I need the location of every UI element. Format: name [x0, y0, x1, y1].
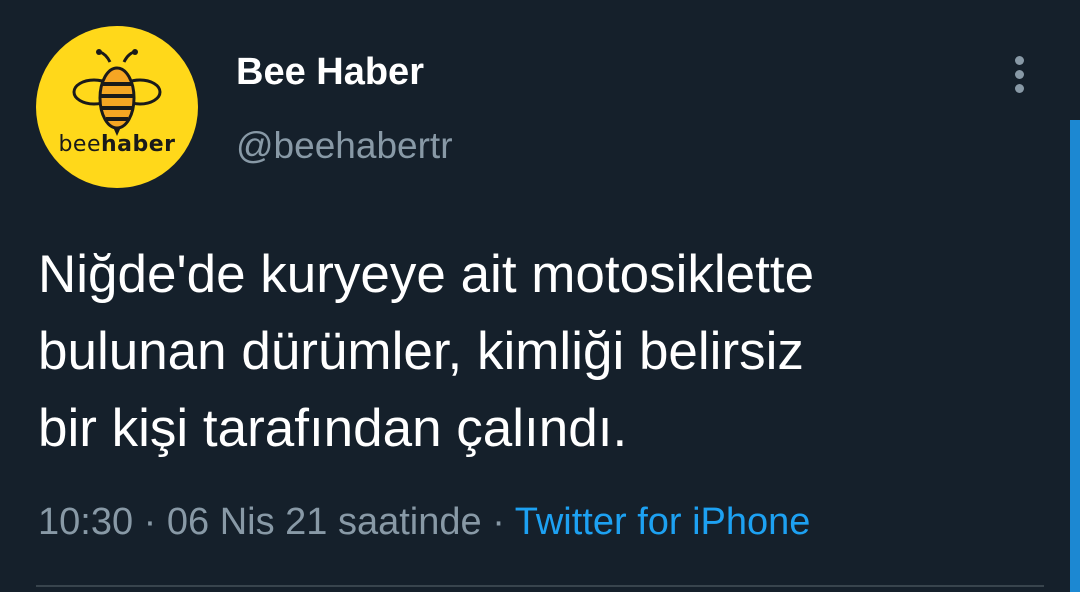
tweet-source-link[interactable]: Twitter for iPhone [515, 501, 811, 543]
more-options-button[interactable] [1006, 52, 1034, 96]
vertical-ellipsis-icon [1015, 56, 1024, 65]
tweet-date[interactable]: 06 Nis 21 saatinde [167, 501, 482, 543]
logo-text-haber: haber [101, 132, 176, 157]
avatar-logo-text: beehaber [36, 132, 198, 157]
avatar[interactable]: beehaber [36, 26, 198, 188]
ellipsis-dot [1015, 84, 1024, 93]
tweet-time[interactable]: 10:30 [38, 501, 133, 543]
meta-separator: · [133, 501, 167, 543]
scrollbar[interactable] [1070, 120, 1080, 592]
display-name[interactable]: Bee Haber [236, 50, 424, 94]
divider [36, 585, 1044, 587]
bee-logo-icon [72, 49, 162, 136]
logo-text-bee: bee [58, 132, 101, 157]
tweet-text: Niğde'de kuryeye ait motosiklette buluna… [38, 245, 815, 458]
tweet-metadata: 10:30 · 06 Nis 21 saatinde · Twitter for… [38, 498, 810, 546]
meta-separator: · [481, 501, 515, 543]
tweet-detail: beehaber Bee Haber @beehabertr Niğde'de … [0, 0, 1080, 592]
user-handle[interactable]: @beehabertr [236, 124, 453, 168]
ellipsis-dot [1015, 70, 1024, 79]
